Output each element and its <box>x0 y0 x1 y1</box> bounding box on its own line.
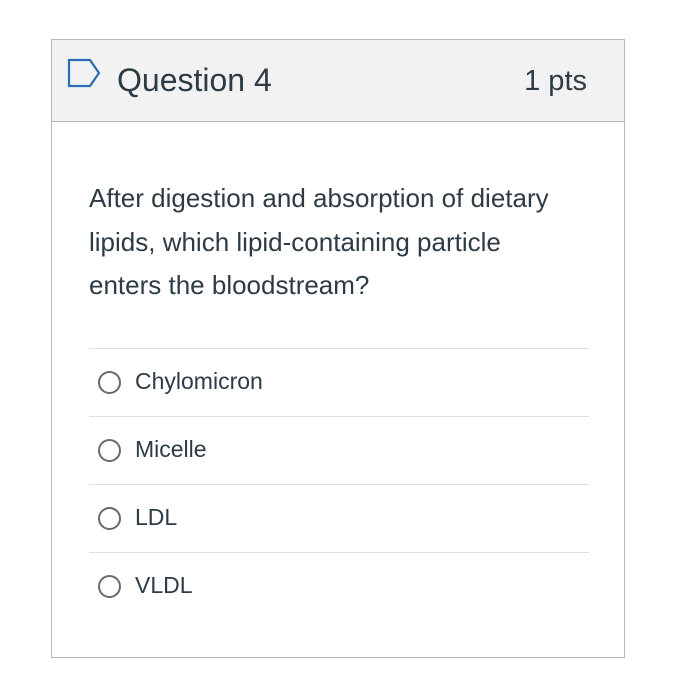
answer-label[interactable]: VLDL <box>135 570 193 600</box>
radio-button[interactable] <box>98 507 121 530</box>
answer-label[interactable]: Chylomicron <box>135 366 263 396</box>
answer-option[interactable]: Chylomicron <box>89 348 589 416</box>
question-title: Question 4 <box>117 62 272 98</box>
answer-option[interactable]: Micelle <box>89 416 589 484</box>
answer-option[interactable]: LDL <box>89 484 589 552</box>
radio-button[interactable] <box>98 371 121 394</box>
question-text: After digestion and absorption of dietar… <box>89 183 549 300</box>
answer-option[interactable]: VLDL <box>89 552 589 620</box>
radio-button[interactable] <box>98 439 121 462</box>
answer-label[interactable]: LDL <box>135 502 177 532</box>
question-points: 1 pts <box>524 65 587 97</box>
answer-list: Chylomicron Micelle LDL VLDL <box>89 348 589 620</box>
question-header: Question 4 1 pts <box>52 40 624 122</box>
flag-outline-icon[interactable] <box>66 57 102 89</box>
answer-label[interactable]: Micelle <box>135 434 207 464</box>
radio-button[interactable] <box>98 575 121 598</box>
question-card: Question 4 1 pts After digestion and abs… <box>51 39 625 658</box>
